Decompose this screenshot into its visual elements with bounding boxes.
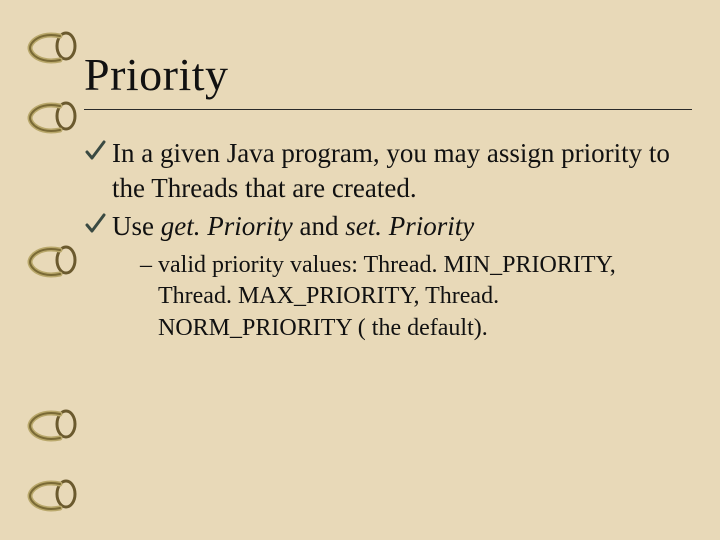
bullet-item: In a given Java program, you may assign … <box>84 136 692 205</box>
title-rule <box>84 109 692 110</box>
ring-icon <box>26 22 78 70</box>
checkmark-icon <box>84 139 106 163</box>
sub-bullet-item: valid priority values: Thread. MIN_PRIOR… <box>140 250 692 345</box>
bullet-text-em: get. Priority <box>161 211 293 241</box>
sub-bullet-text: valid priority values: Thread. MIN_PRIOR… <box>158 252 616 341</box>
slide: Priority In a given Java program, you ma… <box>0 0 720 540</box>
slide-content: Priority In a given Java program, you ma… <box>84 48 692 349</box>
ring-icon <box>26 470 78 518</box>
ring-icon <box>26 400 78 448</box>
binder-rings <box>18 0 78 540</box>
bullet-item: Use get. Priority and set. Priority vali… <box>84 209 692 345</box>
ring-icon <box>26 236 78 284</box>
bullet-list: In a given Java program, you may assign … <box>84 136 692 345</box>
sub-bullet-list: valid priority values: Thread. MIN_PRIOR… <box>112 250 692 345</box>
slide-title: Priority <box>84 48 692 101</box>
bullet-text-mid: and <box>293 211 345 241</box>
ring-icon <box>26 92 78 140</box>
bullet-text: In a given Java program, you may assign … <box>112 138 670 203</box>
bullet-text-em: set. Priority <box>345 211 474 241</box>
checkmark-icon <box>84 212 106 236</box>
bullet-text-prefix: Use <box>112 211 161 241</box>
